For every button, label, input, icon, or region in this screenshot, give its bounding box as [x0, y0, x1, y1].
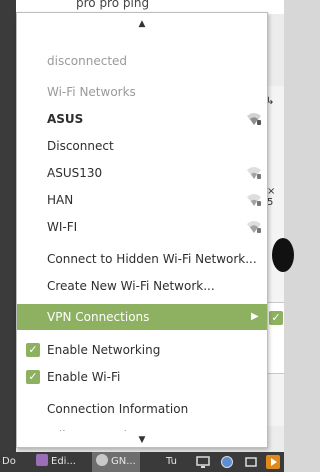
wifi-signal-icon [247, 221, 261, 233]
scroll-up-icon[interactable]: ▲ [17, 15, 267, 33]
network-tray-icon[interactable] [244, 455, 258, 469]
editor-app-icon [36, 454, 48, 466]
background-left-panel [0, 0, 16, 452]
network-name: ASUS [47, 112, 84, 126]
enable-wifi-toggle[interactable]: ✓ Enable Wi-Fi [17, 364, 267, 390]
background-dark-shape [272, 238, 294, 272]
task-label: Do [2, 456, 16, 467]
task-label: GN... [111, 456, 136, 467]
network-menu: ▲ disconnected Wi-Fi Networks ASUS Disco… [16, 12, 268, 448]
background-top-text: pro pro ping [76, 0, 150, 10]
network-item-han[interactable]: HAN [17, 187, 267, 213]
network-name: HAN [47, 193, 74, 207]
vpn-connections-item[interactable]: VPN Connections ▶ [17, 304, 267, 330]
taskbar-item-document[interactable]: Do [2, 452, 16, 472]
media-play-icon[interactable] [266, 455, 280, 469]
taskbar-item-gnome[interactable]: GN... [92, 452, 140, 472]
network-name: WI-FI [47, 220, 78, 234]
create-new-network-button[interactable]: Create New Wi-Fi Network... [17, 273, 267, 299]
wifi-networks-header: Wi-Fi Networks [47, 85, 136, 99]
wifi-signal-icon [247, 113, 261, 125]
check-icon[interactable]: ✓ [269, 311, 283, 325]
monitor-icon[interactable] [196, 455, 210, 469]
chevron-right-icon: ▶ [251, 311, 259, 322]
enable-networking-toggle[interactable]: ✓ Enable Networking [17, 337, 267, 363]
gnome-app-icon [96, 454, 108, 466]
taskbar-item-extra[interactable]: Tu [166, 452, 177, 472]
enable-networking-label: Enable Networking [47, 343, 161, 357]
scroll-down-icon[interactable]: ▼ [17, 431, 267, 447]
network-name: ASUS130 [47, 166, 103, 180]
network-item-wifi[interactable]: WI-FI [17, 214, 267, 240]
connection-information-button[interactable]: Connection Information [17, 396, 267, 422]
connection-status: disconnected [47, 54, 128, 68]
connect-hidden-network-button[interactable]: Connect to Hidden Wi-Fi Network... [17, 246, 267, 272]
task-label: Tu [166, 456, 177, 467]
network-item-asus[interactable]: ASUS [17, 106, 267, 132]
taskbar: Do Edi... GN... Tu [0, 452, 284, 472]
wifi-signal-icon [247, 194, 261, 206]
vpn-label: VPN Connections [47, 310, 150, 324]
background-right-text: × 5 [267, 186, 276, 208]
checkbox-checked-icon[interactable]: ✓ [26, 370, 40, 384]
network-item-asus130[interactable]: ASUS130 [17, 160, 267, 186]
disconnect-button[interactable]: Disconnect [17, 133, 267, 159]
enable-wifi-label: Enable Wi-Fi [47, 370, 121, 384]
wifi-signal-icon [247, 167, 261, 179]
checkbox-checked-icon[interactable]: ✓ [26, 343, 40, 357]
globe-icon[interactable] [220, 455, 234, 469]
task-label: Edi... [51, 456, 76, 467]
taskbar-item-editor[interactable]: Edi... [36, 452, 76, 472]
